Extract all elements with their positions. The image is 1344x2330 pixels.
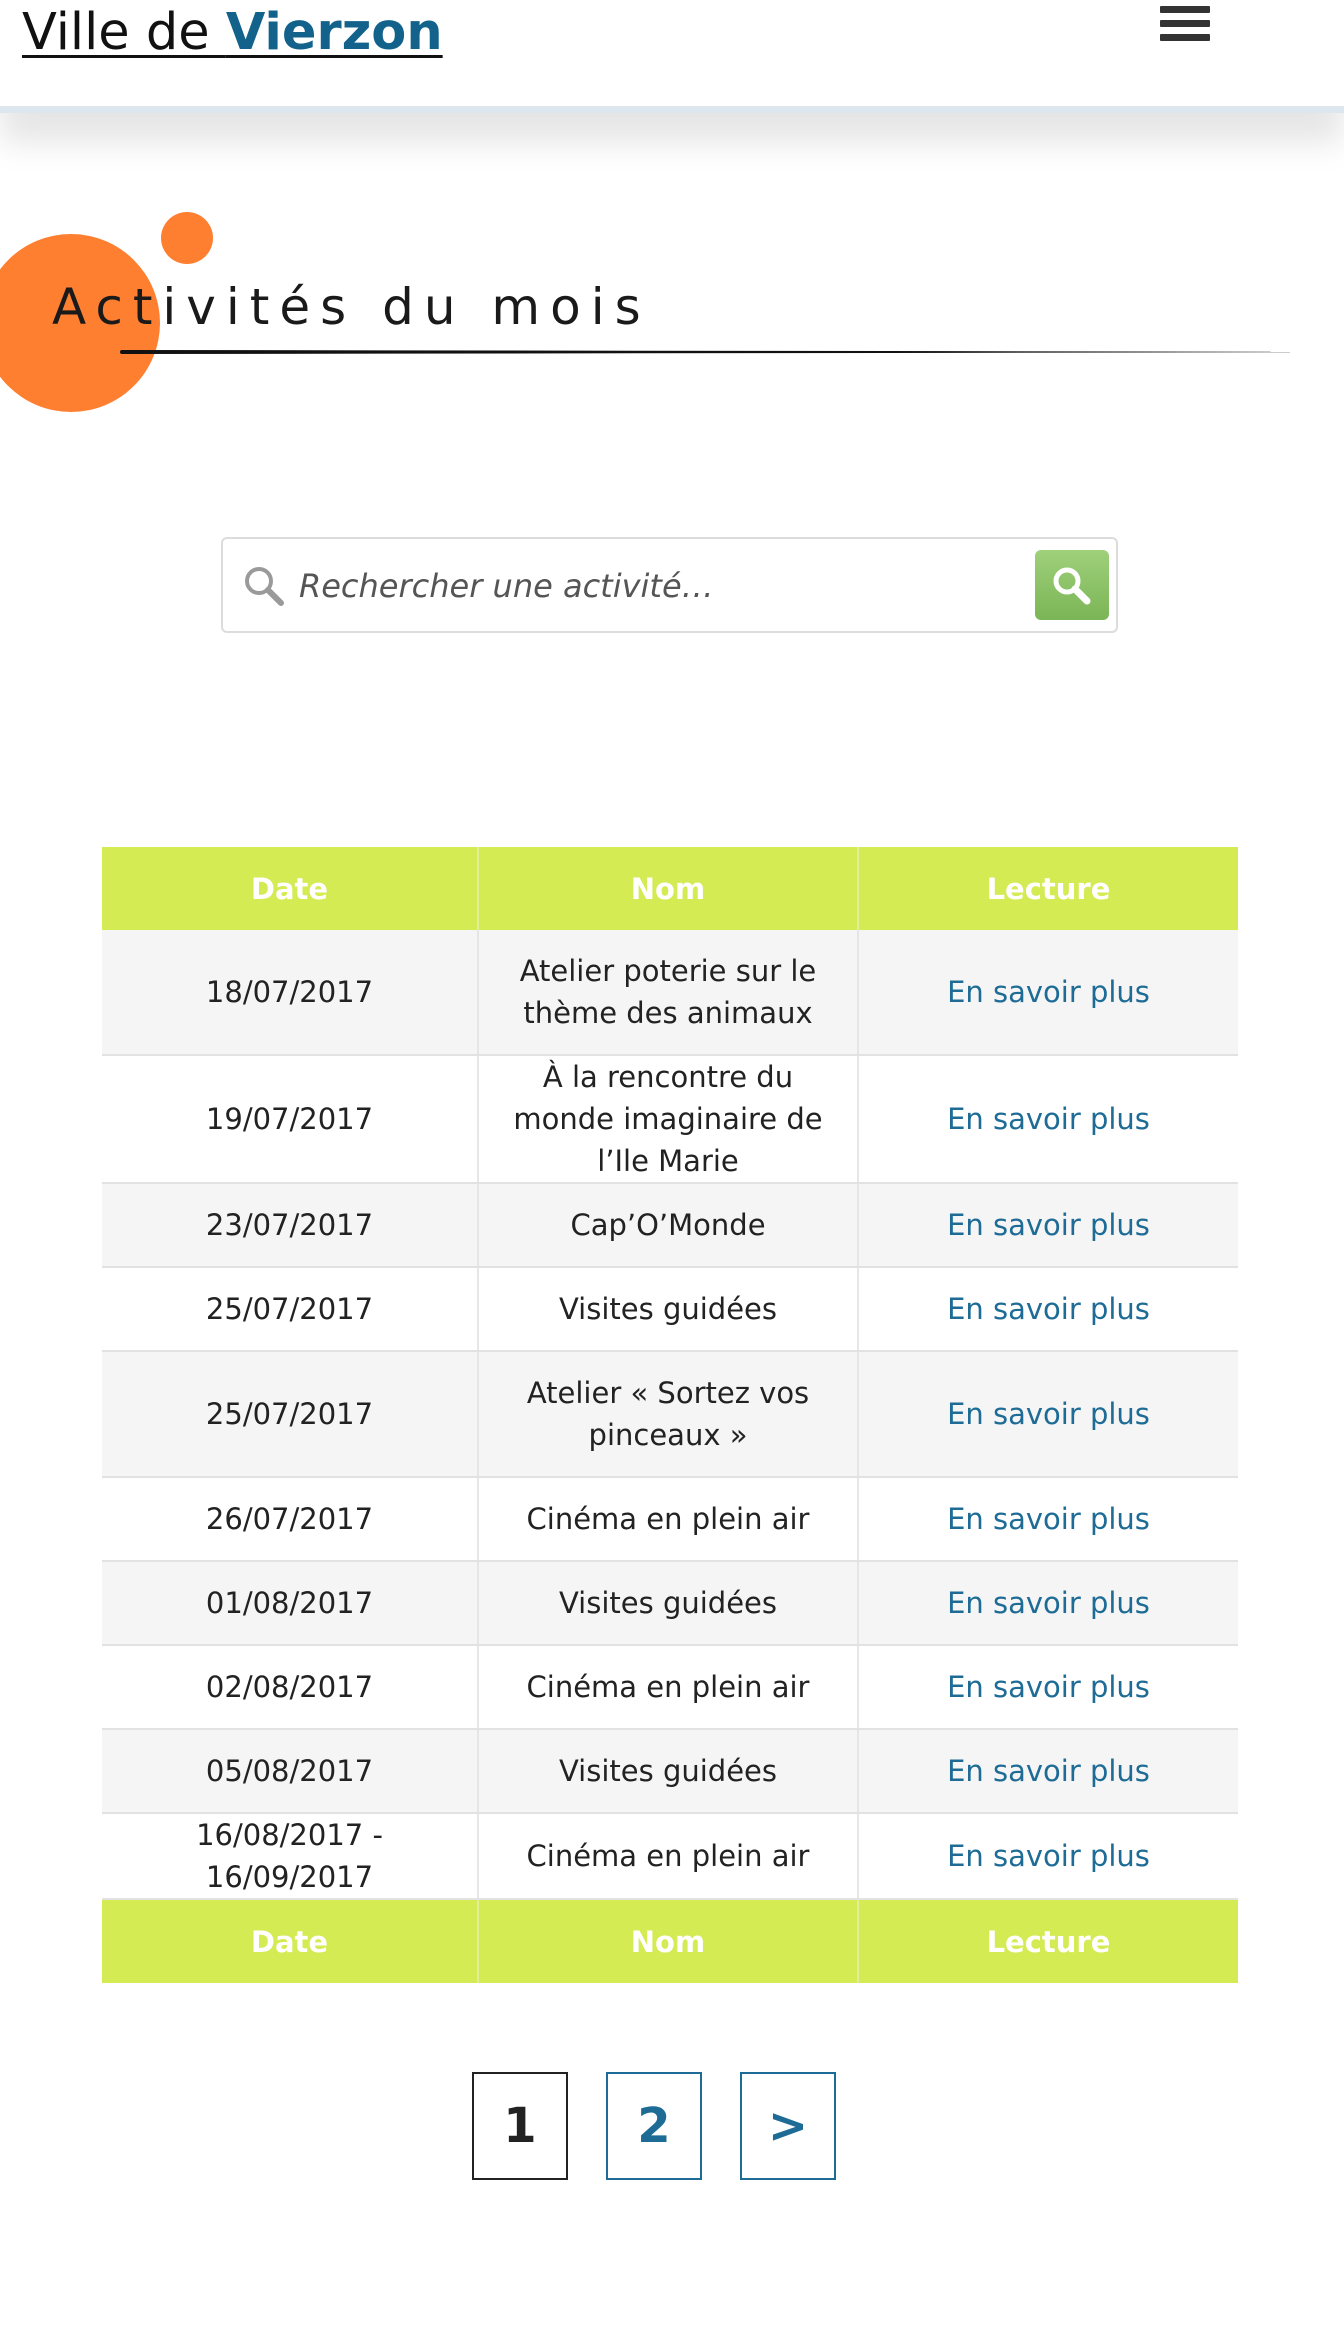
table-footer-row: Date Nom Lecture [102, 1899, 1238, 1983]
cell-date: 16/08/2017 - 16/09/2017 [102, 1813, 479, 1900]
table-row: 02/08/2017 Cinéma en plein air En savoir… [102, 1645, 1238, 1730]
cell-name: Visites guidées [478, 1561, 859, 1646]
cell-date: 25/07/2017 [102, 1351, 479, 1478]
cell-date: 19/07/2017 [102, 1055, 479, 1184]
pagination-current-page[interactable]: 1 [472, 2072, 568, 2180]
column-footer-name: Nom [478, 1899, 859, 1983]
read-more-link[interactable]: En savoir plus [858, 1477, 1238, 1562]
read-more-link[interactable]: En savoir plus [858, 1267, 1238, 1352]
column-footer-date: Date [102, 1899, 479, 1983]
read-more-link[interactable]: En savoir plus [858, 930, 1238, 1056]
search-icon [245, 567, 284, 606]
column-header-name: Nom [478, 847, 859, 930]
cell-date: 02/08/2017 [102, 1645, 479, 1730]
activities-table: Date Nom Lecture 18/07/2017 Atelier pote… [102, 847, 1238, 1983]
cell-name: À la rencontre du monde imaginaire de l’… [478, 1055, 859, 1184]
read-more-link[interactable]: En savoir plus [858, 1351, 1238, 1478]
pagination-page-2[interactable]: 2 [606, 2072, 702, 2180]
site-header: Ville de Vierzon [0, 0, 1344, 113]
table-row: 01/08/2017 Visites guidées En savoir plu… [102, 1561, 1238, 1646]
cell-date: 05/08/2017 [102, 1729, 479, 1814]
column-footer-lecture: Lecture [858, 1899, 1238, 1983]
pagination-next-button[interactable]: > [740, 2072, 836, 2180]
search-button[interactable] [1035, 550, 1109, 620]
cell-date: 23/07/2017 [102, 1183, 479, 1268]
column-header-date: Date [102, 847, 479, 930]
table-row: 26/07/2017 Cinéma en plein air En savoir… [102, 1477, 1238, 1562]
read-more-link[interactable]: En savoir plus [858, 1813, 1238, 1900]
cell-name: Cinéma en plein air [478, 1645, 859, 1730]
hamburger-menu-icon[interactable] [1160, 6, 1210, 52]
activities-table-wrapper: Date Nom Lecture 18/07/2017 Atelier pote… [102, 847, 1238, 1983]
search-form [221, 537, 1118, 633]
table-row: 05/08/2017 Visites guidées En savoir plu… [102, 1729, 1238, 1814]
cell-name: Atelier « Sortez vos pinceaux » [478, 1351, 859, 1478]
table-row: 23/07/2017 Cap’O’Monde En savoir plus [102, 1183, 1238, 1268]
column-header-lecture: Lecture [858, 847, 1238, 930]
read-more-link[interactable]: En savoir plus [858, 1055, 1238, 1184]
cell-name: Visites guidées [478, 1729, 859, 1814]
search-input[interactable] [297, 555, 1001, 617]
logo-city-name: Vierzon [225, 3, 443, 62]
site-logo-link[interactable]: Ville de Vierzon [22, 2, 443, 64]
cell-name: Cap’O’Monde [478, 1183, 859, 1268]
cell-date: 25/07/2017 [102, 1267, 479, 1352]
cell-date: 01/08/2017 [102, 1561, 479, 1646]
page-title: Activités du mois [52, 278, 651, 336]
read-more-link[interactable]: En savoir plus [858, 1561, 1238, 1646]
table-row: 25/07/2017 Atelier « Sortez vos pinceaux… [102, 1351, 1238, 1478]
table-row: 18/07/2017 Atelier poterie sur le thème … [102, 930, 1238, 1056]
table-row: 25/07/2017 Visites guidées En savoir plu… [102, 1267, 1238, 1352]
read-more-link[interactable]: En savoir plus [858, 1183, 1238, 1268]
search-icon [1053, 567, 1091, 605]
cell-date: 18/07/2017 [102, 930, 479, 1056]
table-row: 16/08/2017 - 16/09/2017 Cinéma en plein … [102, 1813, 1238, 1900]
cell-name: Visites guidées [478, 1267, 859, 1352]
logo-prefix: Ville de [22, 3, 226, 62]
cell-date: 26/07/2017 [102, 1477, 479, 1562]
cell-name: Atelier poterie sur le thème des animaux [478, 930, 859, 1056]
cell-name: Cinéma en plein air [478, 1813, 859, 1900]
read-more-link[interactable]: En savoir plus [858, 1645, 1238, 1730]
table-row: 19/07/2017 À la rencontre du monde imagi… [102, 1055, 1238, 1184]
cell-name: Cinéma en plein air [478, 1477, 859, 1562]
table-header-row: Date Nom Lecture [102, 847, 1238, 930]
read-more-link[interactable]: En savoir plus [858, 1729, 1238, 1814]
title-underline [120, 350, 1290, 354]
decorative-orange-dot [161, 212, 213, 264]
